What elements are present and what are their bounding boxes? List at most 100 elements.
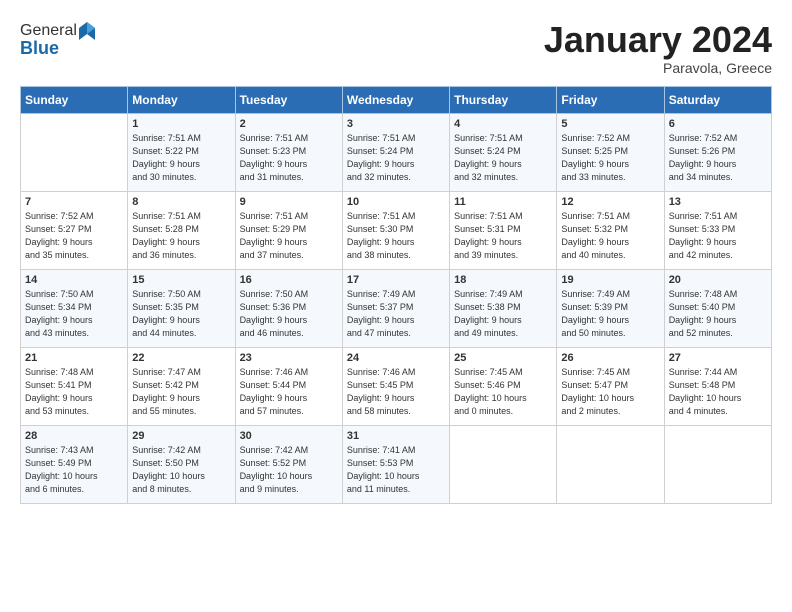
day-number: 29	[132, 430, 230, 442]
header-cell-thursday: Thursday	[450, 86, 557, 113]
calendar-cell: 31 Sunrise: 7:41 AM Sunset: 5:53 PM Dayli…	[342, 425, 449, 503]
calendar-cell: 20 Sunrise: 7:48 AM Sunset: 5:40 PM Dayli…	[664, 269, 771, 347]
day-number: 11	[454, 196, 552, 208]
day-number: 27	[669, 352, 767, 364]
calendar-cell: 5 Sunrise: 7:52 AM Sunset: 5:25 PM Daylig…	[557, 113, 664, 191]
cell-content: Sunrise: 7:43 AM Sunset: 5:49 PM Dayligh…	[25, 444, 123, 496]
day-number: 25	[454, 352, 552, 364]
header-cell-friday: Friday	[557, 86, 664, 113]
header-cell-wednesday: Wednesday	[342, 86, 449, 113]
calendar-cell: 17Sunrise: 7:49 AM Sunset: 5:37 PM Dayli…	[342, 269, 449, 347]
calendar-cell: 30 Sunrise: 7:42 AM Sunset: 5:52 PM Dayli…	[235, 425, 342, 503]
cell-content: Sunrise: 7:51 AM Sunset: 5:22 PM Dayligh…	[132, 132, 230, 184]
calendar-body: 1 Sunrise: 7:51 AM Sunset: 5:22 PM Daylig…	[21, 113, 772, 503]
header-cell-monday: Monday	[128, 86, 235, 113]
calendar-cell: 12Sunrise: 7:51 AM Sunset: 5:32 PM Dayli…	[557, 191, 664, 269]
cell-content: Sunrise: 7:45 AM Sunset: 5:47 PM Dayligh…	[561, 366, 659, 418]
day-number: 3	[347, 118, 445, 130]
calendar-cell: 16 Sunrise: 7:50 AM Sunset: 5:36 PM Dayli…	[235, 269, 342, 347]
calendar-cell: 2Sunrise: 7:51 AM Sunset: 5:23 PM Daylig…	[235, 113, 342, 191]
cell-content: Sunrise: 7:51 AM Sunset: 5:28 PM Dayligh…	[132, 210, 230, 262]
cell-content: Sunrise: 7:51 AM Sunset: 5:33 PM Dayligh…	[669, 210, 767, 262]
calendar-cell: 6 Sunrise: 7:52 AM Sunset: 5:26 PM Daylig…	[664, 113, 771, 191]
day-number: 6	[669, 118, 767, 130]
calendar-table: SundayMondayTuesdayWednesdayThursdayFrid…	[20, 86, 772, 504]
calendar-cell: 19Sunrise: 7:49 AM Sunset: 5:39 PM Dayli…	[557, 269, 664, 347]
calendar-cell: 28 Sunrise: 7:43 AM Sunset: 5:49 PM Dayli…	[21, 425, 128, 503]
calendar-week-3: 21Sunrise: 7:48 AM Sunset: 5:41 PM Dayli…	[21, 347, 772, 425]
calendar-cell	[450, 425, 557, 503]
day-number: 4	[454, 118, 552, 130]
cell-content: Sunrise: 7:46 AM Sunset: 5:45 PM Dayligh…	[347, 366, 445, 418]
cell-content: Sunrise: 7:47 AM Sunset: 5:42 PM Dayligh…	[132, 366, 230, 418]
calendar-cell: 8 Sunrise: 7:51 AM Sunset: 5:28 PM Daylig…	[128, 191, 235, 269]
page: General Blue January 2024 Paravola, Gree…	[0, 0, 792, 612]
header-cell-sunday: Sunday	[21, 86, 128, 113]
calendar-cell: 29 Sunrise: 7:42 AM Sunset: 5:50 PM Dayli…	[128, 425, 235, 503]
day-number: 23	[240, 352, 338, 364]
calendar-week-2: 14 Sunrise: 7:50 AM Sunset: 5:34 PM Dayli…	[21, 269, 772, 347]
day-number: 9	[240, 196, 338, 208]
cell-content: Sunrise: 7:51 AM Sunset: 5:31 PM Dayligh…	[454, 210, 552, 262]
cell-content: Sunrise: 7:51 AM Sunset: 5:24 PM Dayligh…	[454, 132, 552, 184]
cell-content: Sunrise: 7:41 AM Sunset: 5:53 PM Dayligh…	[347, 444, 445, 496]
cell-content: Sunrise: 7:44 AM Sunset: 5:48 PM Dayligh…	[669, 366, 767, 418]
calendar-week-0: 1 Sunrise: 7:51 AM Sunset: 5:22 PM Daylig…	[21, 113, 772, 191]
cell-content: Sunrise: 7:48 AM Sunset: 5:40 PM Dayligh…	[669, 288, 767, 340]
day-number: 15	[132, 274, 230, 286]
cell-content: Sunrise: 7:42 AM Sunset: 5:50 PM Dayligh…	[132, 444, 230, 496]
day-number: 7	[25, 196, 123, 208]
day-number: 31	[347, 430, 445, 442]
calendar-cell	[21, 113, 128, 191]
cell-content: Sunrise: 7:48 AM Sunset: 5:41 PM Dayligh…	[25, 366, 123, 418]
calendar-cell: 26Sunrise: 7:45 AM Sunset: 5:47 PM Dayli…	[557, 347, 664, 425]
calendar-cell: 3Sunrise: 7:51 AM Sunset: 5:24 PM Daylig…	[342, 113, 449, 191]
day-number: 14	[25, 274, 123, 286]
day-number: 2	[240, 118, 338, 130]
header: General Blue January 2024 Paravola, Gree…	[20, 20, 772, 76]
calendar-cell: 24 Sunrise: 7:46 AM Sunset: 5:45 PM Dayli…	[342, 347, 449, 425]
cell-content: Sunrise: 7:49 AM Sunset: 5:38 PM Dayligh…	[454, 288, 552, 340]
calendar-cell: 18 Sunrise: 7:49 AM Sunset: 5:38 PM Dayli…	[450, 269, 557, 347]
calendar-cell: 15 Sunrise: 7:50 AM Sunset: 5:35 PM Dayli…	[128, 269, 235, 347]
cell-content: Sunrise: 7:46 AM Sunset: 5:44 PM Dayligh…	[240, 366, 338, 418]
calendar-cell: 14 Sunrise: 7:50 AM Sunset: 5:34 PM Dayli…	[21, 269, 128, 347]
calendar-cell: 27 Sunrise: 7:44 AM Sunset: 5:48 PM Dayli…	[664, 347, 771, 425]
cell-content: Sunrise: 7:52 AM Sunset: 5:25 PM Dayligh…	[561, 132, 659, 184]
cell-content: Sunrise: 7:50 AM Sunset: 5:36 PM Dayligh…	[240, 288, 338, 340]
cell-content: Sunrise: 7:51 AM Sunset: 5:30 PM Dayligh…	[347, 210, 445, 262]
cell-content: Sunrise: 7:42 AM Sunset: 5:52 PM Dayligh…	[240, 444, 338, 496]
calendar-cell: 25Sunrise: 7:45 AM Sunset: 5:46 PM Dayli…	[450, 347, 557, 425]
header-row: SundayMondayTuesdayWednesdayThursdayFrid…	[21, 86, 772, 113]
cell-content: Sunrise: 7:49 AM Sunset: 5:39 PM Dayligh…	[561, 288, 659, 340]
cell-content: Sunrise: 7:50 AM Sunset: 5:35 PM Dayligh…	[132, 288, 230, 340]
calendar-week-1: 7 Sunrise: 7:52 AM Sunset: 5:27 PM Daylig…	[21, 191, 772, 269]
day-number: 16	[240, 274, 338, 286]
header-cell-saturday: Saturday	[664, 86, 771, 113]
day-number: 28	[25, 430, 123, 442]
day-number: 20	[669, 274, 767, 286]
header-cell-tuesday: Tuesday	[235, 86, 342, 113]
calendar-cell: 21Sunrise: 7:48 AM Sunset: 5:41 PM Dayli…	[21, 347, 128, 425]
day-number: 24	[347, 352, 445, 364]
day-number: 13	[669, 196, 767, 208]
calendar-header: SundayMondayTuesdayWednesdayThursdayFrid…	[21, 86, 772, 113]
calendar-week-4: 28 Sunrise: 7:43 AM Sunset: 5:49 PM Dayli…	[21, 425, 772, 503]
calendar-cell: 7 Sunrise: 7:52 AM Sunset: 5:27 PM Daylig…	[21, 191, 128, 269]
cell-content: Sunrise: 7:50 AM Sunset: 5:34 PM Dayligh…	[25, 288, 123, 340]
day-number: 10	[347, 196, 445, 208]
day-number: 30	[240, 430, 338, 442]
title-block: January 2024 Paravola, Greece	[544, 20, 772, 76]
calendar-cell: 23 Sunrise: 7:46 AM Sunset: 5:44 PM Dayli…	[235, 347, 342, 425]
day-number: 8	[132, 196, 230, 208]
day-number: 1	[132, 118, 230, 130]
calendar-cell: 10 Sunrise: 7:51 AM Sunset: 5:30 PM Dayli…	[342, 191, 449, 269]
calendar-cell: 13 Sunrise: 7:51 AM Sunset: 5:33 PM Dayli…	[664, 191, 771, 269]
cell-content: Sunrise: 7:52 AM Sunset: 5:26 PM Dayligh…	[669, 132, 767, 184]
calendar-cell	[664, 425, 771, 503]
cell-content: Sunrise: 7:52 AM Sunset: 5:27 PM Dayligh…	[25, 210, 123, 262]
day-number: 18	[454, 274, 552, 286]
cell-content: Sunrise: 7:49 AM Sunset: 5:37 PM Dayligh…	[347, 288, 445, 340]
month-title: January 2024	[544, 20, 772, 60]
day-number: 5	[561, 118, 659, 130]
